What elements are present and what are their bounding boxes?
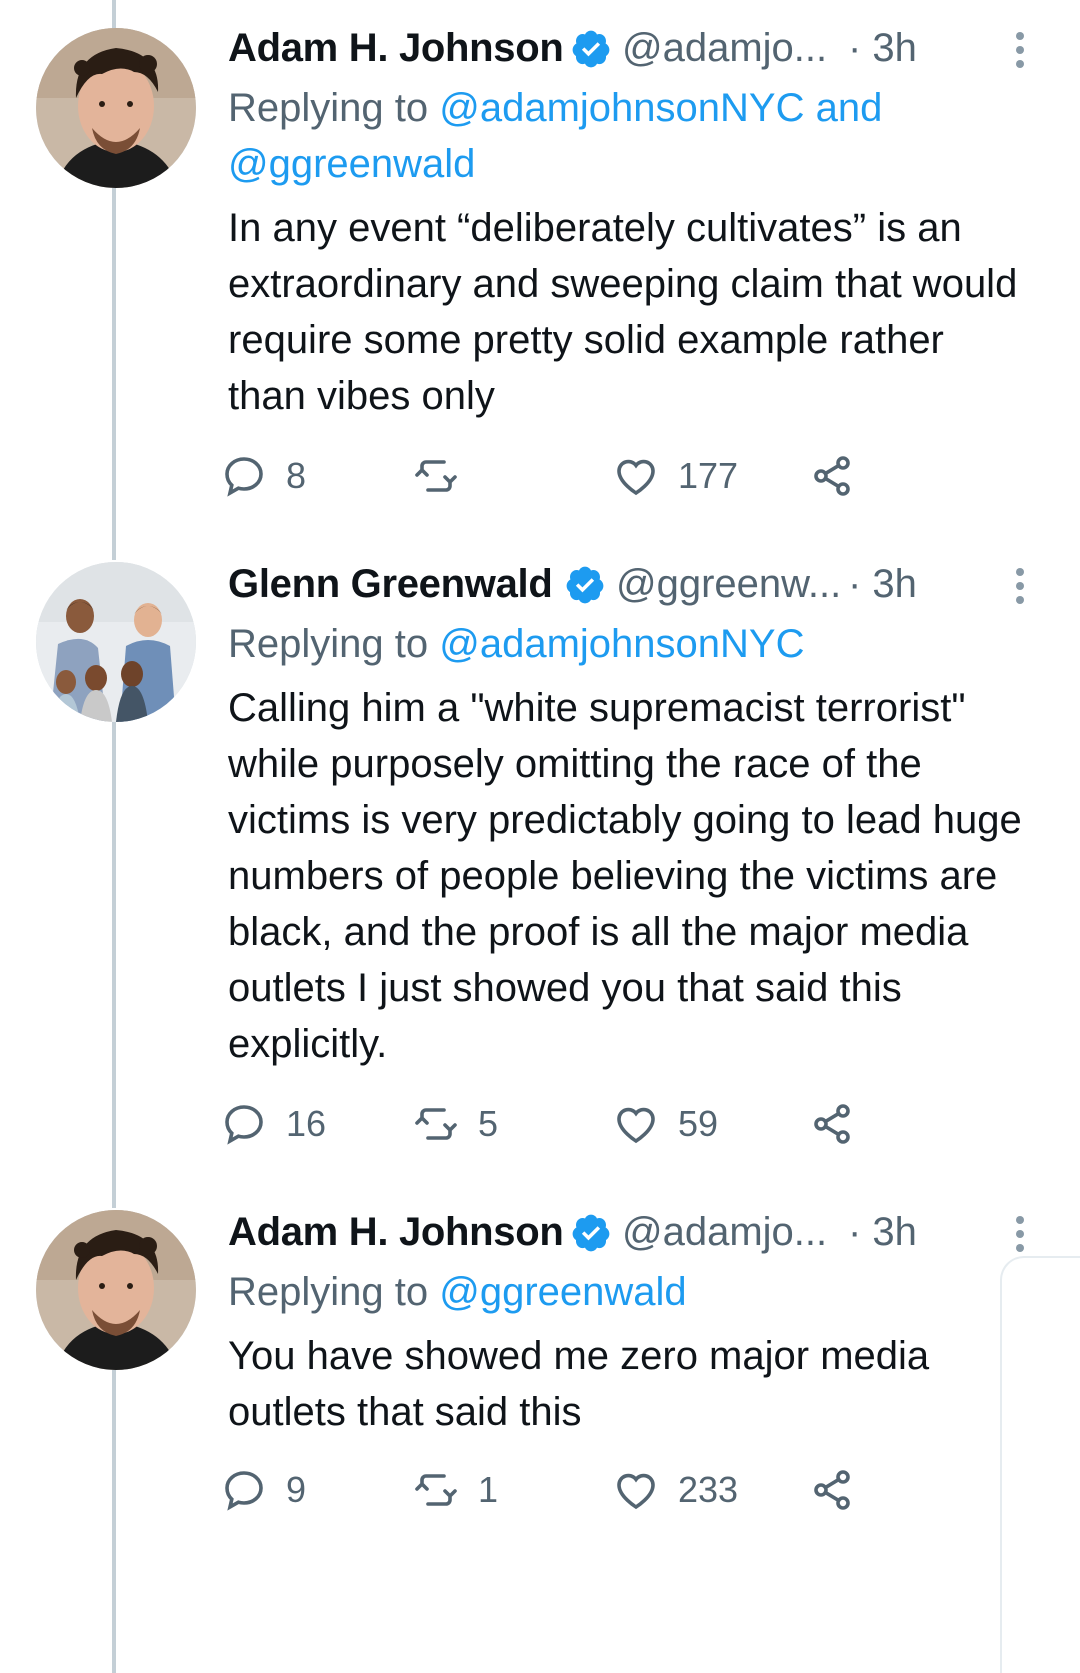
reply-icon — [225, 457, 263, 497]
reply-mentions-link[interactable]: @adamjohnsonNYC — [439, 622, 804, 666]
reply-button[interactable]: 8 — [220, 446, 306, 506]
like-button[interactable]: 177 — [612, 446, 738, 506]
more-vertical-icon[interactable] — [1012, 566, 1028, 606]
author-handle[interactable]: @adamjo... — [622, 26, 827, 71]
reply-count: 9 — [286, 1469, 307, 1510]
like-button[interactable]: 233 — [612, 1460, 738, 1520]
author-handle[interactable]: @ggreenw... — [616, 562, 841, 607]
like-button[interactable]: 59 — [612, 1094, 718, 1154]
like-count: 233 — [678, 1469, 739, 1510]
reply-count: 16 — [286, 1103, 327, 1144]
author-handle[interactable]: @adamjo... — [622, 1210, 827, 1255]
reply-mentions-link[interactable]: @ggreenwald — [439, 1270, 686, 1314]
avatar[interactable] — [36, 562, 196, 722]
tweet-text: You have showed me zero major media outl… — [228, 1334, 930, 1434]
like-count: 177 — [678, 455, 739, 496]
retweet-button[interactable]: 5 — [412, 1094, 498, 1154]
heart-icon — [617, 1473, 655, 1510]
tweet-actions: 8 177 — [225, 446, 928, 506]
heart-icon — [617, 459, 655, 496]
replying-to: Replying to @ggreenwald — [228, 1264, 1028, 1320]
replying-to-label: Replying to — [228, 1270, 440, 1314]
author-name[interactable]: Adam H. Johnson — [228, 1210, 564, 1255]
more-vertical-icon[interactable] — [1012, 1214, 1028, 1254]
like-count: 59 — [678, 1103, 719, 1144]
author-name[interactable]: Glenn Greenwald — [228, 562, 553, 607]
reply-button[interactable]: 9 — [220, 1460, 306, 1520]
avatar[interactable] — [36, 28, 196, 188]
thread-line-3 — [112, 1370, 116, 1673]
retweet-button[interactable] — [412, 446, 478, 506]
tweet-timestamp[interactable]: · 3h — [848, 1210, 917, 1255]
retweet-icon — [415, 1474, 457, 1506]
tweet-timestamp[interactable]: · 3h — [848, 562, 917, 607]
more-vertical-icon[interactable] — [1012, 30, 1028, 70]
reply-count: 8 — [286, 455, 307, 496]
retweet-count: 1 — [478, 1469, 499, 1510]
tweet-text: In any event “deliberately cultivates” i… — [228, 206, 1018, 418]
verified-badge-icon — [572, 1214, 610, 1252]
tweet-actions: 9 1 233 — [225, 1460, 928, 1520]
heart-icon — [617, 1107, 655, 1144]
retweet-button[interactable]: 1 — [412, 1460, 498, 1520]
tweet-text: Calling him a "white supremacist terrori… — [228, 686, 1022, 1066]
retweet-icon — [415, 460, 457, 492]
replying-to-label: Replying to — [228, 622, 440, 666]
share-button[interactable] — [808, 446, 856, 506]
share-icon — [814, 456, 850, 496]
share-icon — [814, 1104, 850, 1144]
avatar[interactable] — [36, 1210, 196, 1370]
retweet-icon — [415, 1108, 457, 1140]
tweet-actions: 16 5 59 — [225, 1094, 928, 1154]
reply-icon — [225, 1471, 263, 1511]
tweet-header: Glenn Greenwald @ggreenw... · 3h — [228, 556, 1028, 612]
replying-to-label: Replying to — [228, 86, 440, 130]
verified-badge-icon — [566, 566, 604, 604]
thread-line-top — [112, 0, 116, 30]
thread-line-1 — [112, 186, 116, 560]
tweet-timestamp[interactable]: · 3h — [848, 26, 917, 71]
tweet-header: Adam H. Johnson @adamjo... · 3h — [228, 20, 1028, 76]
replying-to: Replying to @adamjohnsonNYC and @ggreenw… — [228, 80, 1028, 192]
replying-to: Replying to @adamjohnsonNYC — [228, 616, 1028, 672]
tweet-header: Adam H. Johnson @adamjo... · 3h — [228, 1204, 1028, 1260]
reply-icon — [225, 1105, 263, 1145]
thread-line-2 — [112, 722, 116, 1208]
share-button[interactable] — [808, 1460, 856, 1520]
retweet-count: 5 — [478, 1103, 499, 1144]
reply-button[interactable]: 16 — [220, 1094, 326, 1154]
share-button[interactable] — [808, 1094, 856, 1154]
verified-badge-icon — [572, 30, 610, 68]
author-name[interactable]: Adam H. Johnson — [228, 26, 564, 71]
share-icon — [814, 1470, 850, 1510]
